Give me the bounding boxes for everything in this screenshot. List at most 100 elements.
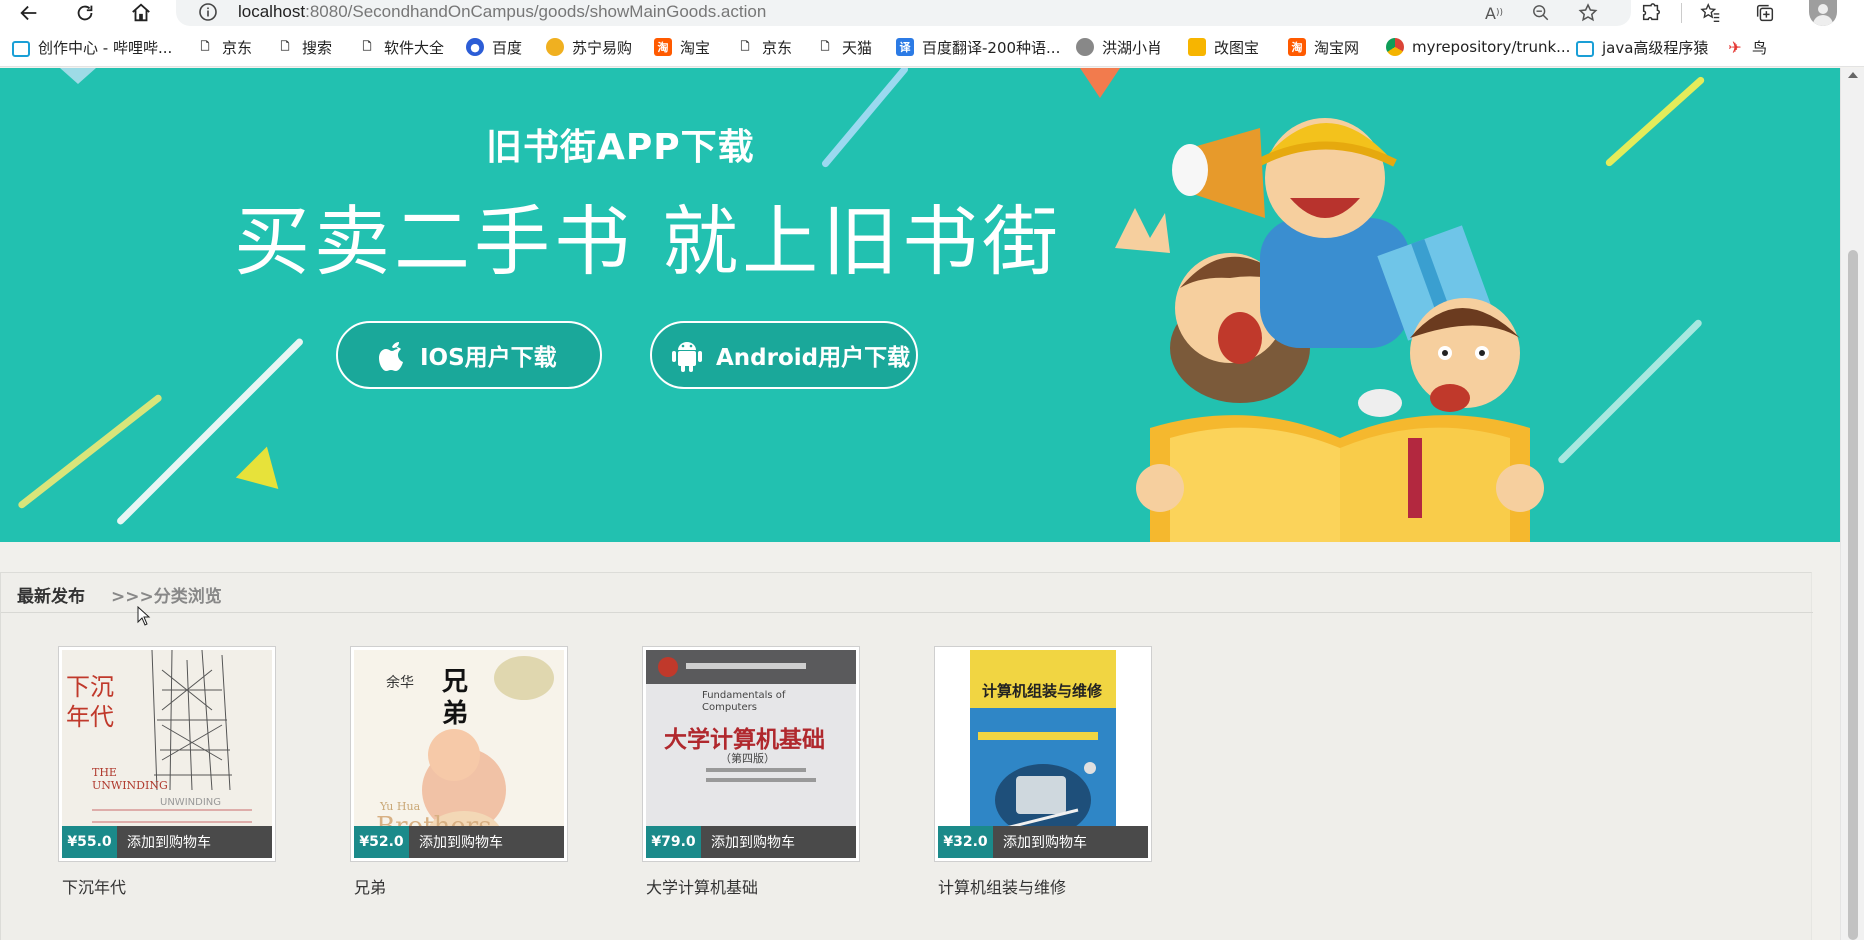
banner-title: 买卖二手书 就上旧书街 bbox=[234, 197, 1063, 286]
baidu-translate-icon: 译 bbox=[896, 38, 914, 56]
address-bar[interactable]: localhost:8080/SecondhandOnCampus/goods/… bbox=[176, 0, 1631, 26]
cover-edition: （第四版） bbox=[720, 752, 775, 765]
bilibili-icon bbox=[1576, 38, 1594, 56]
bookmark-label: 淘宝网 bbox=[1314, 38, 1360, 57]
decor-triangle bbox=[60, 68, 96, 84]
page-viewport: 旧书街APP下载 买卖二手书 就上旧书街 IOS用户下载 Android用户下载 bbox=[0, 68, 1864, 940]
add-to-cart-button[interactable]: 添加到购物车 bbox=[127, 832, 211, 852]
cover-title: 计算机组装与维修 bbox=[982, 682, 1103, 700]
bookmark-item[interactable]: 🗋 京东 bbox=[196, 36, 252, 58]
bookmark-item[interactable]: myrepository/trunk... bbox=[1386, 36, 1570, 58]
bookmark-item[interactable]: 改图宝 bbox=[1188, 36, 1259, 58]
bird-icon: ✈ bbox=[1728, 37, 1742, 57]
collections-icon bbox=[1756, 4, 1774, 22]
add-to-cart-button[interactable]: 添加到购物车 bbox=[1003, 832, 1087, 852]
category-browse-link[interactable]: >>>分类浏览 bbox=[111, 582, 222, 607]
site-icon bbox=[1076, 38, 1094, 56]
kids-reading-illustration bbox=[1115, 118, 1544, 542]
product-card[interactable]: Fundamentals of Computers 大学计算机基础 （第四版） … bbox=[642, 646, 860, 898]
read-aloud-icon[interactable]: A)) bbox=[1482, 2, 1506, 24]
bookmark-label: 改图宝 bbox=[1214, 38, 1260, 57]
product-card[interactable]: UNWINDING 下沉年代 THE UNWINDING ¥55.0 添加到购物… bbox=[58, 646, 276, 898]
site-info-icon[interactable] bbox=[198, 2, 218, 22]
price-tag: ¥79.0 bbox=[646, 826, 701, 858]
bookmark-item[interactable]: 🗋 搜索 bbox=[276, 36, 332, 58]
add-to-cart-button[interactable]: 添加到购物车 bbox=[419, 832, 503, 852]
bookmark-label: 京东 bbox=[222, 38, 253, 57]
product-cover[interactable]: 余华 兄弟 Yu Hua Brothers ¥52.0 添加到购物车 bbox=[350, 646, 568, 862]
price-bar: ¥32.0 添加到购物车 bbox=[938, 826, 1148, 858]
extensions-button[interactable] bbox=[1634, 0, 1668, 26]
bookmark-label: 淘宝 bbox=[680, 38, 711, 57]
android-download-button[interactable]: Android用户下载 bbox=[650, 321, 918, 389]
bookmark-item[interactable]: 🗋 京东 bbox=[736, 36, 792, 58]
chrome-icon bbox=[1386, 38, 1404, 56]
decor-streak bbox=[1604, 75, 1706, 168]
ios-download-button[interactable]: IOS用户下载 bbox=[336, 321, 602, 389]
page-scrollbar[interactable] bbox=[1840, 68, 1864, 940]
home-button[interactable] bbox=[126, 0, 156, 26]
mouse-cursor-icon bbox=[137, 606, 151, 626]
price-bar: ¥79.0 添加到购物车 bbox=[646, 826, 856, 858]
product-title[interactable]: 计算机组装与维修 bbox=[938, 874, 1152, 898]
cover-title: 下沉年代 bbox=[66, 673, 114, 731]
android-download-label: Android用户下载 bbox=[716, 345, 911, 371]
bookmark-label: myrepository/trunk... bbox=[1412, 38, 1571, 56]
bookmark-label: 百度翻译-200种语... bbox=[922, 38, 1061, 57]
product-card[interactable]: 余华 兄弟 Yu Hua Brothers ¥52.0 添加到购物车 兄弟 bbox=[350, 646, 568, 898]
product-cover[interactable]: Fundamentals of Computers 大学计算机基础 （第四版） … bbox=[642, 646, 860, 862]
product-cover[interactable]: 计算机组装与维修 ¥32.0 添加到购物车 bbox=[934, 646, 1152, 862]
taobao-icon: 淘 bbox=[654, 38, 672, 56]
scroll-up-arrow-icon[interactable] bbox=[1848, 72, 1858, 78]
avatar-body bbox=[1813, 15, 1833, 26]
bookmark-label: 创作中心 - 哔哩哔... bbox=[38, 38, 173, 57]
home-icon bbox=[132, 3, 150, 22]
bookmark-label: 苏宁易购 bbox=[572, 38, 633, 57]
cover-title: 兄弟 bbox=[442, 667, 469, 729]
scroll-thumb[interactable] bbox=[1848, 250, 1858, 940]
bookmark-item[interactable]: ● 百度 bbox=[466, 36, 522, 58]
product-title[interactable]: 下沉年代 bbox=[62, 874, 276, 898]
bookmark-item[interactable]: 🗋 软件大全 bbox=[358, 36, 444, 58]
bookmarks-bar: 创作中心 - 哔哩哔... 🗋 京东 🗋 搜索 🗋 软件大全 ● 百度 苏宁易购 淘淘宝… bbox=[0, 27, 1864, 67]
panel-header: 最新发布 >>>分类浏览 bbox=[1, 573, 1813, 613]
bookmark-item[interactable]: java高级程序猿 bbox=[1576, 36, 1708, 58]
back-button[interactable] bbox=[14, 0, 44, 26]
bookmark-item[interactable]: 创作中心 - 哔哩哔... bbox=[12, 36, 172, 58]
product-title[interactable]: 大学计算机基础 bbox=[646, 874, 860, 898]
gaitubao-icon bbox=[1188, 38, 1206, 56]
page-icon: 🗋 bbox=[362, 39, 372, 53]
bookmark-label: 搜索 bbox=[302, 38, 333, 57]
toolbar-divider bbox=[1681, 3, 1682, 23]
add-to-cart-button[interactable]: 添加到购物车 bbox=[711, 832, 795, 852]
back-arrow-icon bbox=[20, 5, 37, 21]
price-bar: ¥52.0 添加到购物车 bbox=[354, 826, 564, 858]
product-cover[interactable]: UNWINDING 下沉年代 THE UNWINDING ¥55.0 添加到购物… bbox=[58, 646, 276, 862]
bookmark-item[interactable]: 洪湖小肖 bbox=[1076, 36, 1162, 58]
url-text[interactable]: localhost:8080/SecondhandOnCampus/goods/… bbox=[238, 2, 766, 22]
bookmark-item[interactable]: ✈ 鸟 bbox=[1726, 36, 1767, 58]
page-icon: 🗋 bbox=[280, 39, 290, 53]
collections-button[interactable] bbox=[1748, 0, 1782, 26]
add-favorite-icon[interactable] bbox=[1576, 2, 1600, 24]
taobao-icon: 淘 bbox=[1288, 38, 1306, 56]
tab-latest[interactable]: 最新发布 bbox=[17, 582, 85, 607]
bookmark-item[interactable]: 🗋 天猫 bbox=[816, 36, 872, 58]
cover-en-title: THE UNWINDING bbox=[92, 766, 168, 792]
avatar-head bbox=[1818, 4, 1828, 14]
bookmark-item[interactable]: 淘淘宝 bbox=[654, 36, 710, 58]
bookmark-label: 京东 bbox=[762, 38, 793, 57]
bookmark-item[interactable]: 译百度翻译-200种语... bbox=[896, 36, 1060, 58]
ios-download-label: IOS用户下载 bbox=[420, 345, 557, 371]
favorites-button[interactable] bbox=[1694, 0, 1728, 26]
puzzle-icon bbox=[1642, 3, 1660, 21]
bookmark-item[interactable]: 淘淘宝网 bbox=[1288, 36, 1359, 58]
product-card[interactable]: 计算机组装与维修 ¥32.0 添加到购物车 计算机组装与维修 bbox=[934, 646, 1152, 898]
bookmark-label: 鸟 bbox=[1752, 38, 1768, 57]
reload-button[interactable] bbox=[70, 0, 100, 26]
profile-avatar[interactable] bbox=[1809, 0, 1837, 26]
bookmark-item[interactable]: 苏宁易购 bbox=[546, 36, 632, 58]
product-title[interactable]: 兄弟 bbox=[354, 874, 568, 898]
zoom-out-icon[interactable] bbox=[1529, 2, 1553, 24]
favorites-star-icon bbox=[1700, 3, 1720, 22]
